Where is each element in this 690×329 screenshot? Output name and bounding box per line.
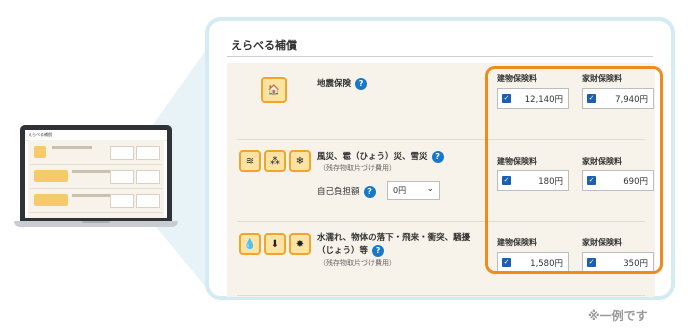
help-icon[interactable]: ?: [355, 77, 368, 90]
row-wind-sub: （残存物取片づけ費用）: [319, 164, 396, 172]
collision-icon: ✸: [289, 233, 311, 255]
mini-premium-box: [136, 194, 160, 208]
earthquake-icon: 🏠: [261, 77, 287, 103]
row-water-label-line2: （じょう）等: [317, 246, 369, 256]
hail-icon: ⁂: [264, 150, 286, 172]
section-title: えらべる補償: [231, 39, 297, 52]
falling-object-icon: ⬇: [264, 233, 286, 255]
title-divider: [227, 56, 653, 57]
water-icon-group: 💧 ⬇ ✸: [239, 233, 311, 255]
help-icon[interactable]: ?: [431, 150, 444, 163]
snow-icon: ❄: [289, 150, 311, 172]
mini-row: [30, 190, 162, 213]
earthquake-icon-group: 🏠: [261, 77, 287, 103]
row-water-title-line1: 水濡れ、物体の落下・飛来・衝突、騒擾: [317, 233, 471, 243]
row-water-sub: （残存物取片づけ費用）: [319, 259, 396, 267]
water-icon: 💧: [239, 233, 261, 255]
row-earthquake-title: 地震保険?: [317, 77, 368, 90]
mini-row: [30, 166, 162, 189]
mini-premium-box: [110, 146, 134, 160]
row-divider: [237, 295, 645, 296]
mini-panel: [28, 140, 164, 218]
row-wind-title: 風災、雹（ひょう）災、雪災?: [317, 150, 444, 163]
mini-premium-box: [136, 170, 160, 184]
mini-text: [72, 194, 112, 197]
deductible-select[interactable]: 0円 ⌄: [387, 181, 440, 200]
mini-row: [30, 142, 162, 165]
laptop-base: [14, 221, 178, 227]
laptop-thumbnail: えらべる補償: [14, 125, 178, 227]
mini-premium-box: [110, 170, 134, 184]
deductible-value: 0円: [393, 186, 407, 195]
row-water-title: （じょう）等?: [317, 244, 385, 257]
mini-weather-icon: [34, 170, 68, 182]
example-note: ※一例です: [588, 309, 648, 323]
mini-earthquake-icon: [34, 146, 46, 158]
help-icon[interactable]: ?: [363, 185, 376, 198]
row-wind-label: 風災、雹（ひょう）災、雪災: [317, 152, 428, 162]
laptop-screen: えらべる補償: [25, 130, 167, 218]
premium-highlight-frame: [485, 66, 663, 274]
help-icon[interactable]: ?: [372, 244, 385, 257]
deductible-label-text: 自己負担額: [317, 187, 360, 197]
mini-text: [52, 146, 92, 149]
laptop-screen-frame: えらべる補償: [20, 125, 172, 221]
row-earthquake-label: 地震保険: [317, 79, 352, 89]
deductible-label: 自己負担額?: [317, 185, 376, 198]
wind-icon: ≋: [239, 150, 261, 172]
mini-text: [72, 170, 112, 173]
mini-premium-box: [136, 146, 160, 160]
weather-icon-group: ≋ ⁂ ❄: [239, 150, 311, 172]
chevron-down-icon: ⌄: [426, 184, 434, 194]
mini-water-icon: [34, 194, 68, 206]
mini-premium-box: [110, 194, 134, 208]
